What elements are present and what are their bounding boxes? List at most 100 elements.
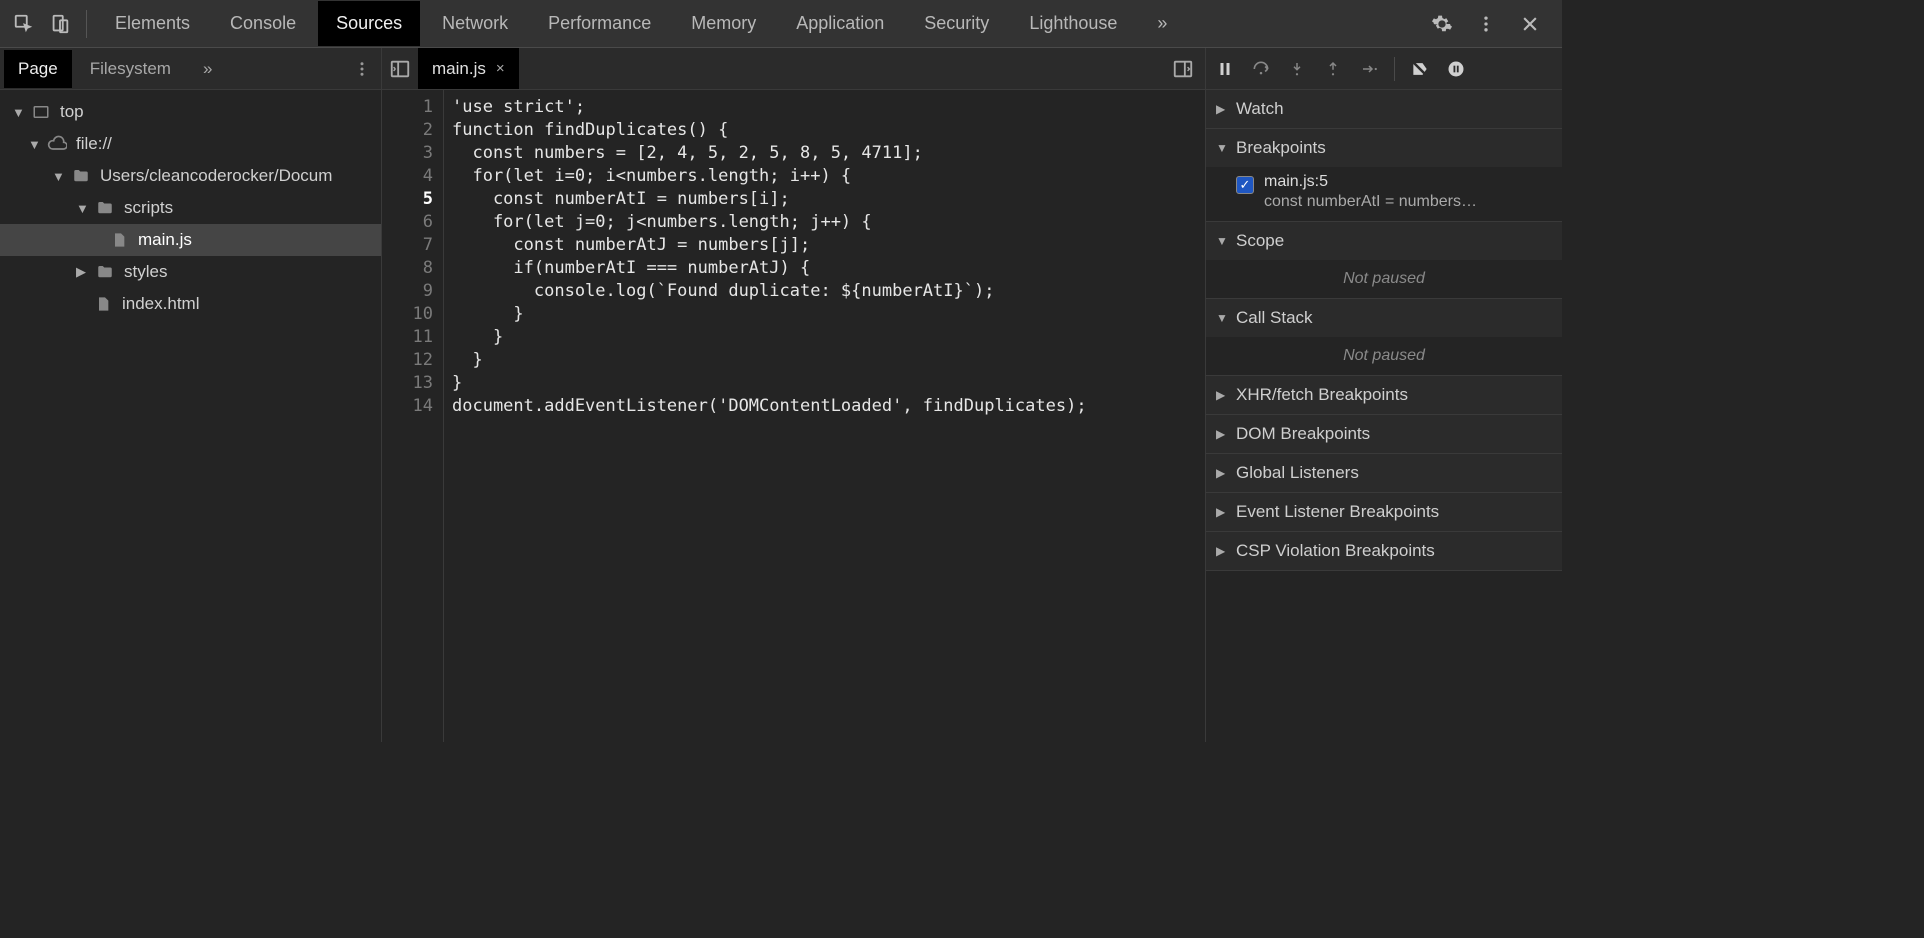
callstack-not-paused: Not paused — [1206, 337, 1562, 375]
step-out-icon[interactable] — [1320, 56, 1346, 82]
section-title: Global Listeners — [1236, 463, 1359, 483]
navigator-tab-filesystem[interactable]: Filesystem — [76, 50, 185, 88]
tree-label: scripts — [124, 198, 173, 218]
folder-icon — [94, 197, 116, 219]
chevron-right-icon: ▶ — [1216, 466, 1230, 480]
section-header-callstack[interactable]: ▼ Call Stack — [1206, 299, 1562, 337]
chevron-down-icon: ▼ — [12, 105, 26, 120]
close-devtools-icon[interactable] — [1514, 8, 1546, 40]
tree-frame-top[interactable]: ▼ top — [0, 96, 381, 128]
tree-label: Users/cleancoderocker/Docum — [100, 166, 332, 186]
file-tree: ▼ top ▼ file:// ▼ Users/cleancoderocker/… — [0, 90, 381, 326]
section-header-csp[interactable]: ▶ CSP Violation Breakpoints — [1206, 532, 1562, 570]
tree-file-indexhtml[interactable]: index.html — [0, 288, 381, 320]
section-title: Call Stack — [1236, 308, 1313, 328]
section-header-event[interactable]: ▶ Event Listener Breakpoints — [1206, 493, 1562, 531]
file-icon — [108, 229, 130, 251]
chevron-right-icon: ▶ — [1216, 427, 1230, 441]
toggle-debugger-icon[interactable] — [1165, 51, 1201, 87]
tab-application[interactable]: Application — [778, 1, 902, 46]
section-dom: ▶ DOM Breakpoints — [1206, 415, 1562, 454]
tree-file-mainjs[interactable]: main.js — [0, 224, 381, 256]
chevron-right-icon: ▶ — [1216, 544, 1230, 558]
tree-folder-users[interactable]: ▼ Users/cleancoderocker/Docum — [0, 160, 381, 192]
section-csp: ▶ CSP Violation Breakpoints — [1206, 532, 1562, 571]
debugger-toolbar — [1206, 48, 1562, 90]
section-header-scope[interactable]: ▼ Scope — [1206, 222, 1562, 260]
section-header-breakpoints[interactable]: ▼ Breakpoints — [1206, 129, 1562, 167]
step-into-icon[interactable] — [1284, 56, 1310, 82]
debugger-sections: ▶ Watch ▼ Breakpoints main.js:5 const nu… — [1206, 90, 1562, 742]
section-header-watch[interactable]: ▶ Watch — [1206, 90, 1562, 128]
step-icon[interactable] — [1356, 56, 1382, 82]
folder-icon — [94, 261, 116, 283]
line-number-gutter[interactable]: 1234567891011121314 — [382, 90, 444, 742]
section-header-dom[interactable]: ▶ DOM Breakpoints — [1206, 415, 1562, 453]
editor-tabstrip: main.js × — [382, 48, 1205, 90]
section-title: Event Listener Breakpoints — [1236, 502, 1439, 522]
section-title: XHR/fetch Breakpoints — [1236, 385, 1408, 405]
tab-memory[interactable]: Memory — [673, 1, 774, 46]
chevron-right-icon: ▶ — [76, 264, 90, 280]
chevron-down-icon: ▼ — [1216, 141, 1230, 155]
chevron-down-icon: ▼ — [76, 201, 90, 216]
code-editor[interactable]: 1234567891011121314 'use strict';functio… — [382, 90, 1205, 742]
tab-console[interactable]: Console — [212, 1, 314, 46]
navigator-panel: Page Filesystem » ▼ top ▼ file:// — [0, 48, 382, 742]
code-content[interactable]: 'use strict';function findDuplicates() {… — [444, 90, 1087, 742]
devtools-tabstrip: Elements Console Sources Network Perform… — [0, 0, 1562, 48]
device-toolbar-icon[interactable] — [44, 8, 76, 40]
editor-panel: main.js × 1234567891011121314 'use stric… — [382, 48, 1206, 742]
kebab-menu-icon[interactable] — [1470, 8, 1502, 40]
breakpoint-item[interactable]: main.js:5 const numberAtI = numbers… — [1236, 173, 1552, 211]
section-xhr: ▶ XHR/fetch Breakpoints — [1206, 376, 1562, 415]
editor-file-tab[interactable]: main.js × — [418, 48, 519, 89]
section-header-xhr[interactable]: ▶ XHR/fetch Breakpoints — [1206, 376, 1562, 414]
section-callstack: ▼ Call Stack Not paused — [1206, 299, 1562, 376]
tab-performance[interactable]: Performance — [530, 1, 669, 46]
tab-sources[interactable]: Sources — [318, 1, 420, 46]
tab-security[interactable]: Security — [906, 1, 1007, 46]
toggle-navigator-icon[interactable] — [382, 51, 418, 87]
navigator-tab-page[interactable]: Page — [4, 50, 72, 88]
section-title: DOM Breakpoints — [1236, 424, 1370, 444]
breakpoint-checkbox[interactable] — [1236, 176, 1254, 194]
section-title: Watch — [1236, 99, 1284, 119]
section-title: Scope — [1236, 231, 1284, 251]
tree-label: main.js — [138, 230, 192, 250]
close-tab-icon[interactable]: × — [496, 60, 505, 77]
tab-elements[interactable]: Elements — [97, 1, 208, 46]
section-scope: ▼ Scope Not paused — [1206, 222, 1562, 299]
section-breakpoints: ▼ Breakpoints main.js:5 const numberAtI … — [1206, 129, 1562, 222]
separator — [86, 10, 87, 38]
tree-label: top — [60, 102, 84, 122]
settings-gear-icon[interactable] — [1426, 8, 1458, 40]
navigator-tabs-overflow[interactable]: » — [189, 50, 226, 88]
tab-lighthouse[interactable]: Lighthouse — [1011, 1, 1135, 46]
deactivate-breakpoints-icon[interactable] — [1407, 56, 1433, 82]
section-header-global[interactable]: ▶ Global Listeners — [1206, 454, 1562, 492]
pause-script-icon[interactable] — [1212, 56, 1238, 82]
chevron-down-icon: ▼ — [28, 137, 42, 152]
frame-icon — [30, 101, 52, 123]
cloud-icon — [46, 133, 68, 155]
breakpoint-snippet: const numberAtI = numbers… — [1264, 193, 1477, 211]
tree-label: index.html — [122, 294, 199, 314]
pause-on-exceptions-icon[interactable] — [1443, 56, 1469, 82]
tabs-overflow[interactable]: » — [1139, 1, 1185, 46]
navigator-more-icon[interactable] — [347, 54, 377, 84]
chevron-right-icon: ▶ — [1216, 388, 1230, 402]
navigator-tabs: Page Filesystem » — [0, 48, 381, 90]
inspect-element-icon[interactable] — [8, 8, 40, 40]
tree-folder-scripts[interactable]: ▼ scripts — [0, 192, 381, 224]
step-over-icon[interactable] — [1248, 56, 1274, 82]
debugger-panel: ▶ Watch ▼ Breakpoints main.js:5 const nu… — [1206, 48, 1562, 742]
tree-folder-styles[interactable]: ▶ styles — [0, 256, 381, 288]
file-icon — [92, 293, 114, 315]
folder-icon — [70, 165, 92, 187]
tree-label: styles — [124, 262, 167, 282]
tree-origin[interactable]: ▼ file:// — [0, 128, 381, 160]
tree-label: file:// — [76, 134, 112, 154]
tab-network[interactable]: Network — [424, 1, 526, 46]
section-title: CSP Violation Breakpoints — [1236, 541, 1435, 561]
